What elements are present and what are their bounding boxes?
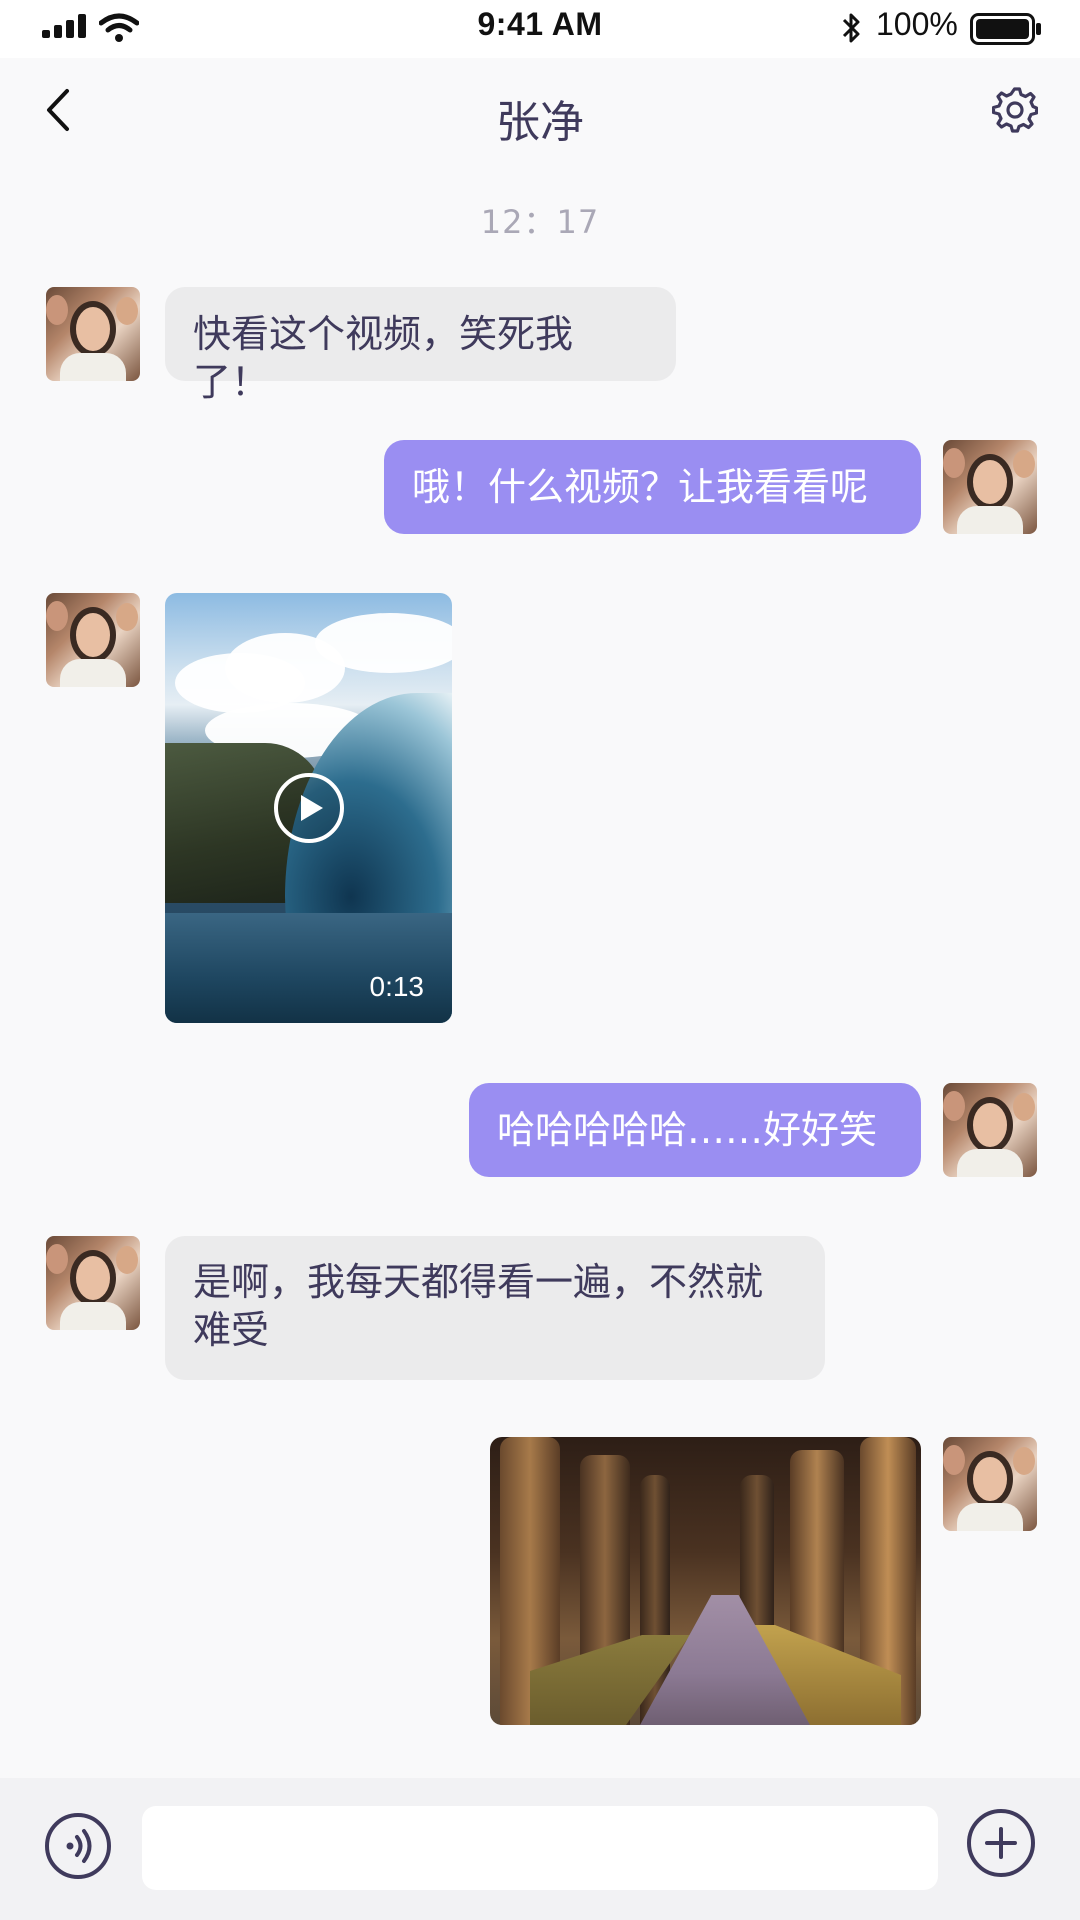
my-avatar[interactable] <box>943 1437 1037 1531</box>
my-avatar[interactable] <box>943 1083 1037 1177</box>
contact-avatar[interactable] <box>46 593 140 687</box>
image-message[interactable] <box>490 1437 921 1725</box>
gear-icon <box>992 87 1038 133</box>
play-icon[interactable] <box>272 771 346 845</box>
video-message[interactable]: 0:13 <box>165 593 452 1023</box>
video-duration: 0:13 <box>369 971 425 1002</box>
contact-avatar[interactable] <box>46 287 140 381</box>
my-avatar[interactable] <box>943 440 1037 534</box>
input-bar <box>0 1778 1080 1920</box>
nav-bar: 张净 <box>0 58 1080 168</box>
message-bubble-sent[interactable]: 哈哈哈哈哈……好好笑 <box>469 1083 921 1177</box>
plus-icon[interactable] <box>966 1808 1036 1878</box>
status-bar: 9:41 AM 100% <box>0 0 1080 58</box>
battery-percent: 100% <box>876 6 958 42</box>
contact-avatar[interactable] <box>46 1236 140 1330</box>
video-thumbnail-water <box>165 913 452 1023</box>
message-bubble-received[interactable]: 快看这个视频，笑死我了！ <box>165 287 676 404</box>
settings-button[interactable] <box>987 82 1043 138</box>
message-bubble-received[interactable]: 是啊，我每天都得看一遍，不然就难受 <box>165 1236 825 1380</box>
battery-icon <box>970 13 1041 45</box>
bluetooth-icon <box>842 13 860 43</box>
message-bubble-sent[interactable]: 哦！什么视频？让我看看呢 <box>384 440 921 534</box>
page-title: 张净 <box>496 97 584 148</box>
voice-icon[interactable] <box>44 1812 112 1880</box>
message-input[interactable] <box>142 1806 938 1890</box>
message-timestamp: 12：17 <box>480 203 600 241</box>
